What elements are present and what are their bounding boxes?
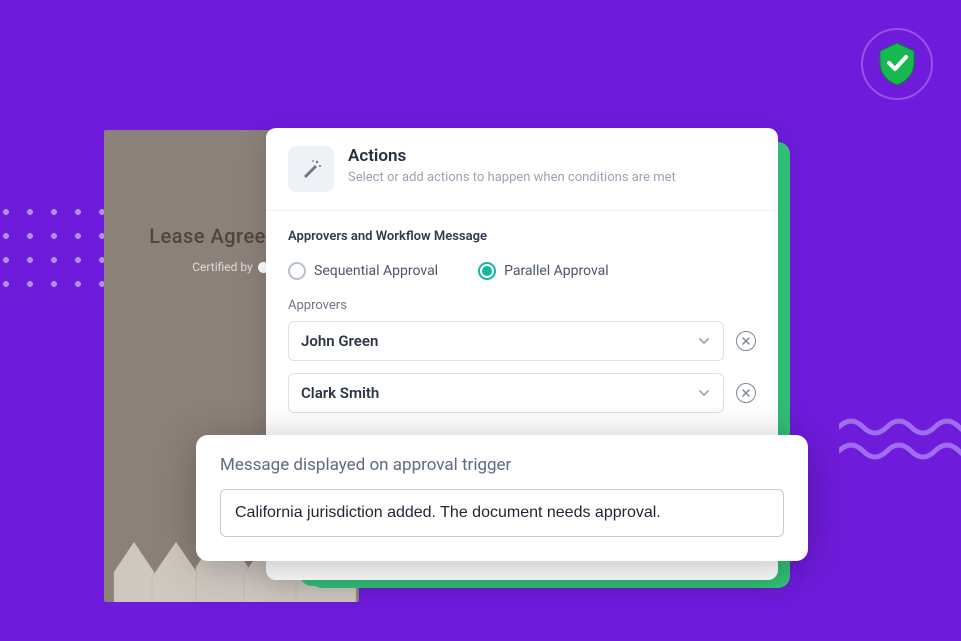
approver-name: Clark Smith xyxy=(301,384,379,402)
radio-label: Sequential Approval xyxy=(314,263,438,279)
approver-select[interactable]: Clark Smith xyxy=(288,373,724,413)
radio-sequential-approval[interactable]: Sequential Approval xyxy=(288,262,438,280)
waves-decoration xyxy=(839,415,961,475)
approver-select[interactable]: John Green xyxy=(288,321,724,361)
close-icon xyxy=(742,389,750,397)
dot-grid-decoration xyxy=(0,200,110,305)
radio-parallel-approval[interactable]: Parallel Approval xyxy=(478,262,609,280)
remove-approver-button[interactable] xyxy=(736,331,756,351)
chevron-down-icon xyxy=(697,334,711,348)
remove-approver-button[interactable] xyxy=(736,383,756,403)
actions-title: Actions xyxy=(348,146,676,166)
actions-subtitle: Select or add actions to happen when con… xyxy=(348,170,676,185)
shield-badge xyxy=(861,28,933,100)
radio-label: Parallel Approval xyxy=(504,263,609,279)
section-label: Approvers and Workflow Message xyxy=(288,229,756,244)
chevron-down-icon xyxy=(697,386,711,400)
approval-message-label: Message displayed on approval trigger xyxy=(220,455,784,475)
radio-icon xyxy=(478,262,496,280)
approver-name: John Green xyxy=(301,332,378,350)
close-icon xyxy=(742,337,750,345)
approval-message-card: Message displayed on approval trigger xyxy=(196,435,808,561)
approvers-label: Approvers xyxy=(288,298,756,313)
radio-icon xyxy=(288,262,306,280)
shield-check-icon xyxy=(876,41,918,87)
approval-message-input[interactable] xyxy=(220,489,784,537)
magic-wand-icon xyxy=(288,146,334,192)
